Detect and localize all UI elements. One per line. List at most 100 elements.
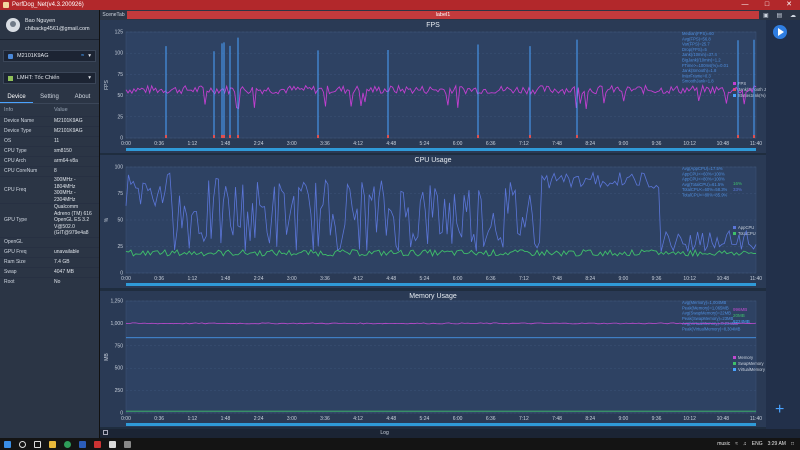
legend-label: SwapMemory: [738, 361, 765, 366]
plot-area: [125, 166, 757, 274]
notification-icon[interactable]: □: [791, 441, 794, 447]
jank-marker: [753, 135, 755, 138]
y-tick-label: 1,000: [110, 321, 123, 327]
current-value: 20MB: [733, 313, 745, 318]
jank-marker: [223, 135, 225, 138]
jank-marker: [737, 135, 739, 138]
browser-icon[interactable]: [64, 440, 71, 448]
language-indicator[interactable]: ENG: [752, 441, 763, 447]
fps-chart[interactable]: 0255075100125FPS0:00 0:36 1:12 1:48 2:24 3:00…: [100, 20, 766, 153]
tab-about[interactable]: About: [66, 92, 99, 103]
screenshot-icon[interactable]: ▣: [763, 12, 769, 19]
info-row: CPU Arch arm64-v8a: [0, 156, 99, 166]
user-profile[interactable]: Bao Nguyen chibackg4561@gmail.com: [0, 10, 99, 40]
info-row: OS 11: [0, 136, 99, 146]
info-key: CPU CoreNum: [4, 168, 38, 175]
x-tick-label: 7:12: [519, 276, 529, 282]
tab-scene[interactable]: SceneTab: [100, 12, 127, 18]
window-titlebar: PerfDog_Net(v4.3.200926) — □ ✕: [0, 0, 800, 10]
word-icon[interactable]: [79, 440, 86, 448]
info-key: OS: [4, 138, 12, 145]
stat-line: Avg(Memory)=1,004MB: [682, 300, 726, 305]
search-icon[interactable]: [19, 440, 26, 448]
windows-start-icon[interactable]: [4, 440, 11, 448]
jank-marker: [477, 135, 479, 138]
legend-swatch: [733, 94, 736, 97]
info-header-key: Info: [4, 107, 14, 113]
minimize-icon[interactable]: —: [734, 0, 756, 10]
info-value: arm64-v8a: [54, 158, 78, 165]
time-scrubber: [126, 423, 756, 426]
wifi-tray-icon[interactable]: ≈: [735, 441, 738, 447]
volume-icon[interactable]: ♫: [743, 441, 747, 447]
tray-music-label[interactable]: music: [717, 441, 730, 447]
stat-line: Avg(TotalCPU)=61.5%: [682, 182, 724, 187]
stat-line: Peak(SwapMemory)=23MB: [682, 316, 734, 321]
stat-line: Avg(FPS)=56.8: [682, 36, 711, 41]
info-key: Device Name: [4, 118, 35, 125]
info-value: M2101K9AG: [54, 128, 83, 135]
y-tick-label: 25: [117, 244, 123, 250]
scene-label-bar[interactable]: label1: [127, 11, 759, 19]
play-record-button[interactable]: [773, 25, 787, 39]
stat-line: InterFrame=0.3: [682, 73, 711, 78]
x-tick-label: 4:12: [353, 416, 363, 422]
x-tick-label: 7:48: [552, 416, 562, 422]
x-tick-label: 0:36: [154, 416, 164, 422]
folder-icon[interactable]: ▤: [776, 12, 782, 19]
phone-icon: [8, 53, 13, 59]
x-tick-label: 7:48: [552, 141, 562, 147]
app-icon-gray[interactable]: [124, 440, 131, 448]
y-tick-label: 50: [117, 93, 123, 99]
tab-setting[interactable]: Setting: [33, 92, 66, 103]
perfdog-taskbar-icon[interactable]: [109, 440, 116, 448]
close-icon[interactable]: ✕: [778, 0, 800, 10]
stat-line: Peak(VirtualMemory)=8,304MB: [682, 327, 741, 332]
current-value: 16%: [733, 181, 742, 186]
x-tick-label: 10:48: [717, 276, 730, 282]
memory-chart[interactable]: 02505007501,0001,250MB0:00 0:36 1:12 1:48 2:…: [100, 291, 766, 427]
info-key: Swap: [4, 268, 17, 275]
stat-line: TotalCPU<=60%=58.3%: [682, 187, 728, 192]
right-rail: [766, 20, 800, 438]
x-tick-label: 4:12: [353, 141, 363, 147]
info-row: CPU Type sm8150: [0, 146, 99, 156]
jank-marker: [229, 135, 231, 138]
y-tick-label: 25: [117, 114, 123, 120]
jank-marker: [576, 135, 578, 138]
log-bar: Log: [100, 429, 800, 438]
cloud-icon[interactable]: ☁: [790, 12, 796, 19]
x-tick-label: 3:00: [287, 141, 297, 147]
legend-label: StutterJank(%): [738, 93, 766, 98]
x-tick-label: 3:00: [287, 276, 297, 282]
x-tick-label: 6:00: [453, 276, 463, 282]
legend-swatch: [733, 226, 736, 229]
x-tick-label: 11:40: [750, 141, 762, 147]
clock[interactable]: 3:29 AM: [768, 441, 786, 447]
file-explorer-icon[interactable]: [49, 440, 56, 448]
stat-line: Jank(Smooth)=1.8: [682, 68, 717, 73]
current-value: 996MB: [733, 307, 747, 312]
x-tick-label: 6:36: [486, 141, 496, 147]
log-expand-icon[interactable]: [103, 430, 108, 436]
info-row: Root No: [0, 276, 99, 287]
stat-line: Drop(FPS)=5: [682, 47, 707, 52]
info-key: CPU Arch: [4, 158, 26, 165]
log-label[interactable]: Log: [380, 430, 388, 436]
x-tick-label: 5:24: [420, 416, 430, 422]
info-value: 300MHz - 1804MHz 300MHz - 2304MHz: [54, 177, 76, 203]
stat-line: Jank(/10min)=37.4: [682, 52, 717, 57]
jank-marker: [213, 135, 215, 138]
maximize-icon[interactable]: □: [756, 0, 778, 10]
add-chart-button[interactable]: +: [775, 401, 784, 419]
app-select[interactable]: LMHT: Tốc Chiến ▾: [3, 72, 96, 84]
sidebar-tabs: Device Setting About: [0, 92, 99, 104]
cpu-chart[interactable]: 0255075100%0:00 0:36 1:12 1:48 2:24 3:00 3:36 4…: [100, 155, 766, 288]
info-row: CPU Freq 300MHz - 1804MHz 300MHz - 2304MH…: [0, 176, 99, 203]
task-view-icon[interactable]: [34, 440, 41, 448]
app-icon-red[interactable]: [94, 440, 101, 448]
tab-device[interactable]: Device: [0, 92, 33, 103]
device-select[interactable]: M2101K9AG ≈ ▾: [3, 50, 96, 62]
info-row: Device Name M2101K9AG: [0, 116, 99, 126]
legend-swatch: [733, 356, 736, 359]
